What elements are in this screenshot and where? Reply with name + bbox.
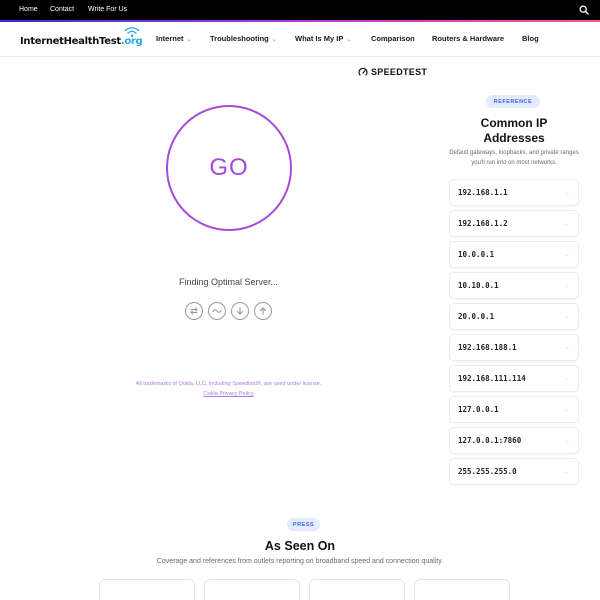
logo-main-text: InternetHealthTest — [20, 36, 121, 47]
press-logo-card[interactable] — [204, 579, 300, 600]
ip-card[interactable]: 192.168.111.114 → — [449, 365, 579, 392]
ip-address: 20.0.0.1 — [458, 312, 495, 321]
ip-address: 127.0.0.1:7860 — [458, 436, 522, 445]
ip-card[interactable]: 20.0.0.1 → — [449, 303, 579, 330]
arrow-right-icon: → — [564, 251, 570, 258]
trademark-notice: All trademarks of Ookla, LLC, including … — [100, 379, 357, 399]
privacy-policy-link[interactable]: Ookla Privacy Policy — [100, 389, 357, 399]
trademark-text: All trademarks of Ookla, LLC, including … — [135, 381, 322, 387]
press-logo-card[interactable] — [99, 579, 195, 600]
arrow-right-icon: → — [564, 437, 570, 444]
nav-troubleshooting[interactable]: Troubleshooting ⌄ — [210, 34, 277, 43]
press-logo-card[interactable] — [309, 579, 405, 600]
chevron-down-icon: ⌄ — [346, 37, 352, 43]
server-exchange-icon — [185, 302, 203, 320]
wifi-icon — [124, 27, 140, 38]
ip-address: 192.168.188.1 — [458, 343, 517, 352]
arrow-right-icon: → — [564, 344, 570, 351]
speedtest-step-icons — [185, 302, 272, 320]
site-header: InternetHealthTest.org Internet ⌄ Trouble… — [0, 22, 600, 57]
press-description: Coverage and references from outlets rep… — [156, 558, 444, 565]
chevron-down-icon: ⌄ — [186, 37, 192, 43]
nav-internet-label: Internet — [156, 34, 184, 43]
arrow-right-icon: → — [564, 468, 570, 475]
search-icon[interactable] — [579, 5, 589, 15]
ping-wave-icon — [208, 302, 226, 320]
top-bar: Home Contact Write For Us — [0, 0, 600, 20]
press-title: As Seen On — [264, 539, 336, 553]
arrow-right-icon: → — [564, 220, 570, 227]
ip-address: 10.0.0.1 — [458, 250, 495, 259]
go-button[interactable]: GO — [166, 105, 292, 231]
ip-address: 10.10.0.1 — [458, 281, 499, 290]
arrow-right-icon: → — [564, 189, 570, 196]
ip-address: 192.168.111.114 — [458, 374, 526, 383]
arrow-right-icon: → — [564, 282, 570, 289]
nav-comparison[interactable]: Comparison — [371, 34, 415, 43]
ip-card[interactable]: 127.0.0.1 → — [449, 396, 579, 423]
press-logo-card[interactable] — [414, 579, 510, 600]
ip-address-list: 192.168.1.1 → 192.168.1.2 → 10.0.0.1 → 10.1… — [449, 179, 579, 489]
ip-card[interactable]: 192.168.1.2 → — [449, 210, 579, 237]
ip-card[interactable]: 10.10.0.1 → — [449, 272, 579, 299]
reference-badge: REFERENCE — [486, 95, 540, 108]
nav-blog[interactable]: Blog — [522, 34, 539, 43]
nav-comparison-label: Comparison — [371, 34, 415, 43]
chevron-down-icon: ⌄ — [271, 37, 277, 43]
ip-address: 192.168.1.2 — [458, 219, 508, 228]
top-link-write-for-us[interactable]: Write For Us — [88, 6, 127, 14]
nav-blog-label: Blog — [522, 34, 539, 43]
go-button-label: GO — [209, 154, 249, 181]
speedtest-brand: SPEEDTEST — [358, 67, 427, 77]
nav-internet[interactable]: Internet ⌄ — [156, 34, 192, 43]
ip-card[interactable]: 255.255.255.0 → — [449, 458, 579, 485]
ip-address: 255.255.255.0 — [458, 467, 517, 476]
press-badge: PRESS — [287, 518, 320, 531]
press-logo-row — [99, 579, 510, 600]
sidebar-title: Common IP Addresses — [480, 116, 548, 145]
upload-arrow-icon — [254, 302, 272, 320]
speedtest-status: Finding Optimal Server... — [178, 277, 279, 287]
nav-routers-hardware[interactable]: Routers & Hardware — [432, 34, 504, 43]
nav-what-is-my-ip-label: What Is My IP — [295, 34, 344, 43]
ip-card[interactable]: 127.0.0.1:7860 → — [449, 427, 579, 454]
top-link-home[interactable]: Home — [19, 6, 38, 14]
speedtest-gauge-icon — [358, 67, 368, 76]
speedtest-brand-label: SPEEDTEST — [371, 67, 428, 77]
top-link-contact[interactable]: Contact — [50, 6, 74, 14]
ip-address: 127.0.0.1 — [458, 405, 499, 414]
nav-troubleshooting-label: Troubleshooting — [210, 34, 269, 43]
arrow-right-icon: → — [564, 375, 570, 382]
sidebar-description: Default gateways, loopbacks, and private… — [449, 150, 579, 166]
nav-what-is-my-ip[interactable]: What Is My IP ⌄ — [295, 34, 351, 43]
ip-card[interactable]: 192.168.188.1 → — [449, 334, 579, 361]
ip-card[interactable]: 10.0.0.1 → — [449, 241, 579, 268]
arrow-right-icon: → — [564, 406, 570, 413]
arrow-right-icon: → — [564, 313, 570, 320]
nav-routers-hardware-label: Routers & Hardware — [432, 34, 505, 43]
download-arrow-icon — [231, 302, 249, 320]
ip-card[interactable]: 192.168.1.1 → — [449, 179, 579, 206]
ip-address: 192.168.1.1 — [458, 188, 508, 197]
